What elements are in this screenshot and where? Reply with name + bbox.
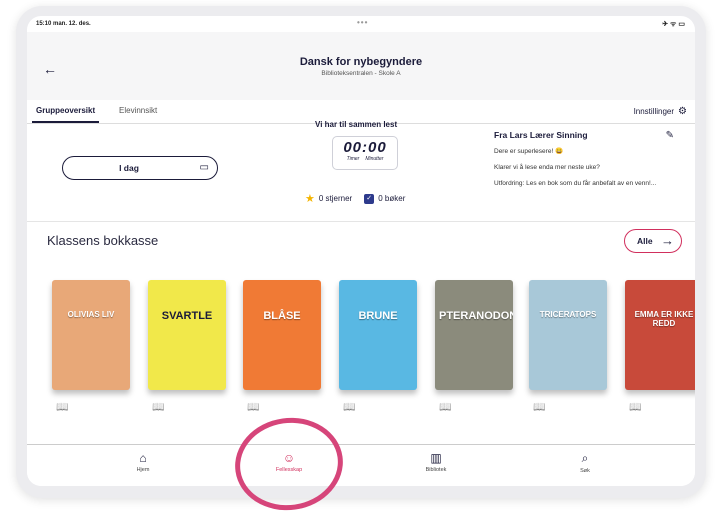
calendar-icon: ▭ — [199, 162, 209, 173]
book-title: BRUNE — [358, 310, 398, 322]
nav-library-label: Bibliotek — [425, 467, 447, 473]
open-book-icon[interactable]: 📖 — [629, 402, 641, 413]
arrow-right-icon: → — [661, 233, 674, 248]
book-cover[interactable]: PTERANODON — [435, 280, 513, 390]
nav-search-label: Søk — [580, 468, 590, 474]
settings-label: Innstillinger — [633, 107, 675, 116]
nav-home[interactable]: ⌂ Hjem — [113, 451, 173, 473]
nav-library[interactable]: ▥ Bibliotek — [406, 451, 466, 473]
nav-home-label: Hjem — [136, 467, 150, 473]
open-book-icon[interactable]: 📖 — [439, 402, 451, 413]
book-cover[interactable]: BLÅSE — [243, 280, 321, 390]
teacher-message: Fra Lars Lærer Sinning ✎ Dere er superle… — [494, 130, 684, 188]
open-book-icon[interactable]: 📖 — [343, 402, 355, 413]
timer-hours-label: Timer — [346, 156, 360, 162]
page-title: Dansk for nybegyndere — [299, 56, 423, 68]
message-line: Utfordring: Les en bok som du får anbefa… — [494, 180, 657, 188]
timer-minutes-label: Minutter — [365, 156, 384, 162]
see-all-button[interactable]: Alle → — [624, 229, 682, 253]
reading-timer: 00:00 Timer Minutter — [332, 136, 398, 170]
checkbox-icon: ✓ — [364, 193, 375, 204]
header: ← Dansk for nybegyndere Biblioteksentral… — [27, 32, 695, 100]
open-book-icon[interactable]: 📖 — [152, 402, 164, 413]
books-count: 0 bøker — [378, 194, 406, 203]
star-icon: ★ — [305, 193, 315, 205]
see-all-label: Alle — [637, 236, 653, 246]
tab-elevinnsikt[interactable]: Elevinnsikt — [119, 106, 157, 115]
app-screen: 15:10 man. 12. des. ••• ✈ ᯤ ▭ ← Dansk fo… — [27, 16, 695, 486]
book-cover[interactable]: OLIVIAS LIV — [52, 280, 130, 390]
nav-search[interactable]: ⌕ Søk — [555, 451, 615, 474]
bottom-nav: ⌂ Hjem ☺ Fellesskap ▥ Bibliotek ⌕ Søk — [27, 444, 695, 486]
message-line: Dere er superlesere! 😀 — [494, 148, 564, 155]
gear-icon: ⚙ — [678, 106, 687, 117]
reading-stats: ★ 0 stjerner ✓ 0 bøker — [305, 192, 405, 205]
pencil-icon[interactable]: ✎ — [666, 130, 674, 141]
book-cover[interactable]: SVARTLE — [148, 280, 226, 390]
library-icon: ▥ — [430, 451, 442, 465]
book-cover[interactable]: BRUNE — [339, 280, 417, 390]
book-cover[interactable]: TRICERATOPS — [529, 280, 607, 390]
book-title: PTERANODON — [439, 310, 513, 322]
open-book-icon[interactable]: 📖 — [247, 402, 259, 413]
divider — [27, 221, 695, 222]
search-icon: ⌕ — [581, 451, 589, 465]
open-book-icon[interactable]: 📖 — [533, 402, 545, 413]
message-line: Klarer vi å lese enda mer neste uke? — [494, 164, 600, 172]
book-cover[interactable]: EMMA ER IKKE REDD — [625, 280, 695, 390]
home-icon: ⌂ — [139, 451, 147, 465]
book-title: BLÅSE — [263, 310, 301, 322]
date-filter-label: I dag — [119, 163, 139, 173]
timer-value: 00:00 — [343, 139, 387, 156]
book-title: OLIVIAS LIV — [67, 310, 115, 319]
multitask-dots[interactable]: ••• — [357, 18, 368, 27]
book-title: TRICERATOPS — [539, 310, 597, 319]
shelf-title: Klassens bokkasse — [47, 233, 159, 248]
system-icons: ✈ ᯤ ▭ — [662, 21, 685, 28]
message-sender: Fra Lars Lærer Sinning — [494, 130, 588, 140]
settings-button[interactable]: Innstillinger ⚙ — [634, 106, 687, 117]
status-time: 15:10 man. 12. des. — [36, 21, 91, 27]
open-book-icon[interactable]: 📖 — [56, 402, 68, 413]
date-filter-button[interactable]: I dag ▭ — [62, 156, 218, 180]
tab-gruppeoversikt[interactable]: Gruppeoversikt — [31, 106, 100, 123]
book-title: SVARTLE — [161, 310, 213, 322]
status-bar: 15:10 man. 12. des. ••• ✈ ᯤ ▭ — [27, 16, 695, 32]
reading-summary-title: Vi har til sammen lest — [315, 120, 398, 129]
stars-count: 0 stjerner — [318, 194, 353, 203]
page-subtitle: Biblioteksentralen - Skole A — [321, 70, 401, 77]
book-title: EMMA ER IKKE REDD — [634, 310, 694, 328]
